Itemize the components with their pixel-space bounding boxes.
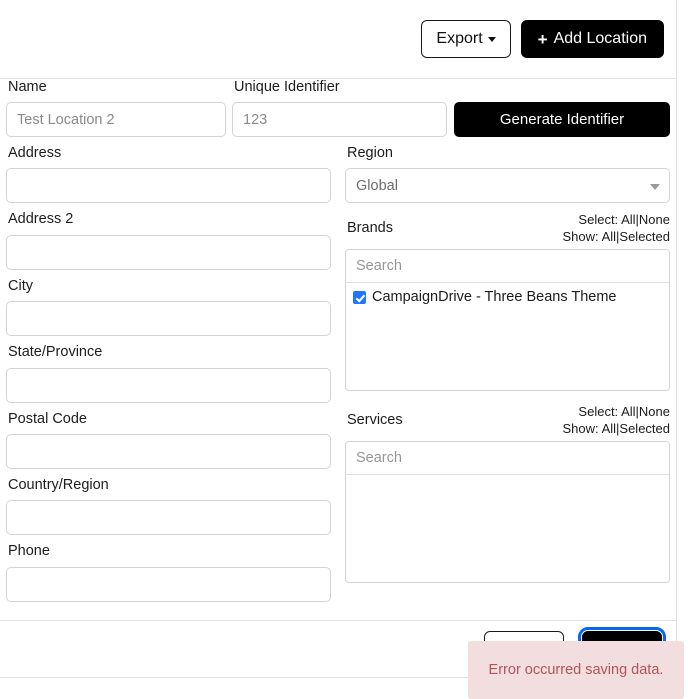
address-field-group: Address <box>6 145 331 204</box>
services-select-links: Select: All|None <box>563 403 670 420</box>
brands-search-input[interactable] <box>346 250 669 284</box>
brands-show-links: Show: All|Selected <box>563 228 670 245</box>
region-label: Region <box>347 145 393 161</box>
brands-option-list: CampaignDrive - Three Beans Theme <box>346 283 669 307</box>
services-select-all-link[interactable]: All <box>621 404 635 419</box>
unique-identifier-field-group: Unique Identifier <box>232 79 447 138</box>
city-input[interactable] <box>6 301 331 337</box>
scrollbar-track[interactable] <box>676 0 688 699</box>
brands-show-all-link[interactable]: All <box>602 229 616 244</box>
services-show-selected-link[interactable]: Selected <box>619 421 670 436</box>
add-location-button[interactable]: + Add Location <box>520 20 664 58</box>
services-select-none-link[interactable]: None <box>639 404 670 419</box>
services-option-list <box>346 475 669 479</box>
brands-links: Select: All|None Show: All|Selected <box>563 211 670 245</box>
state-label: State/Province <box>8 344 103 361</box>
postal-code-label: Postal Code <box>8 410 87 427</box>
country-input[interactable] <box>6 500 331 536</box>
phone-input[interactable] <box>6 566 331 602</box>
caret-down-icon <box>487 36 496 42</box>
postal-code-input[interactable] <box>6 433 331 469</box>
region-field-group: Region Global <box>345 145 670 204</box>
address2-field-group: Address 2 <box>6 211 331 270</box>
location-editor-page: Export + Add Location Name Unique Identi… <box>0 0 688 699</box>
region-select-wrap[interactable]: Global <box>345 168 670 204</box>
phone-field-group: Phone <box>6 543 331 602</box>
city-field-group: City <box>6 277 331 337</box>
brands-option-label: CampaignDrive - Three Beans Theme <box>372 289 617 306</box>
name-field-group: Name <box>6 79 226 138</box>
address2-input[interactable] <box>6 234 331 270</box>
classification-column: Region Global Brands Select: All|None Sh… <box>345 145 670 584</box>
brands-label: Brands <box>347 220 393 237</box>
brands-select-links: Select: All|None <box>563 211 670 228</box>
address-input[interactable] <box>6 168 331 204</box>
services-links: Select: All|None Show: All|Selected <box>563 403 670 437</box>
form-body: Name Unique Identifier Generate Identifi… <box>0 79 676 620</box>
brands-select-all-link[interactable]: All <box>621 212 635 227</box>
services-select-prefix: Select: <box>578 404 619 420</box>
country-label: Country/Region <box>8 476 109 493</box>
brands-select-none-link[interactable]: None <box>639 212 670 227</box>
brands-multiselect: CampaignDrive - Three Beans Theme <box>345 249 670 392</box>
services-header: Services Select: All|None Show: All|Sele… <box>345 403 670 439</box>
address-column: Address Address 2 City State/Province Po… <box>6 145 331 610</box>
state-input[interactable] <box>6 367 331 403</box>
services-show-prefix: Show: <box>562 421 599 437</box>
unique-identifier-input[interactable] <box>232 102 447 138</box>
address2-label: Address 2 <box>8 211 74 228</box>
export-button[interactable]: Export <box>421 20 511 58</box>
state-field-group: State/Province <box>6 344 331 403</box>
error-toast: Error occurred saving data. <box>468 641 684 699</box>
address-label: Address <box>8 145 62 161</box>
unique-identifier-label: Unique Identifier <box>234 79 340 95</box>
generate-identifier-button[interactable]: Generate Identifier <box>454 102 670 138</box>
name-input[interactable] <box>6 102 226 138</box>
list-item[interactable]: CampaignDrive - Three Beans Theme <box>346 287 669 307</box>
brands-select-prefix: Select: <box>578 212 619 228</box>
brands-show-selected-link[interactable]: Selected <box>619 229 670 244</box>
brands-show-prefix: Show: <box>562 229 599 245</box>
identity-row: Name Unique Identifier Generate Identifi… <box>6 79 670 138</box>
services-show-all-link[interactable]: All <box>602 421 616 436</box>
error-toast-message: Error occurred saving data. <box>488 662 664 678</box>
plus-icon: + <box>537 29 548 49</box>
export-button-label: Export <box>436 30 483 47</box>
add-location-button-label: Add Location <box>553 30 647 47</box>
services-multiselect <box>345 441 670 584</box>
brands-option-checkbox[interactable] <box>353 290 366 304</box>
country-field-group: Country/Region <box>6 476 331 536</box>
services-show-links: Show: All|Selected <box>563 420 670 437</box>
phone-label: Phone <box>8 543 50 560</box>
name-label: Name <box>8 79 47 95</box>
services-search-input[interactable] <box>346 442 669 476</box>
city-label: City <box>8 277 33 294</box>
postal-code-field-group: Postal Code <box>6 411 331 469</box>
services-label: Services <box>347 412 403 429</box>
region-select[interactable]: Global <box>345 168 670 204</box>
brands-header: Brands Select: All|None Show: All|Select… <box>345 211 670 247</box>
chevron-down-icon <box>650 183 660 190</box>
page-toolbar: Export + Add Location <box>0 0 676 79</box>
